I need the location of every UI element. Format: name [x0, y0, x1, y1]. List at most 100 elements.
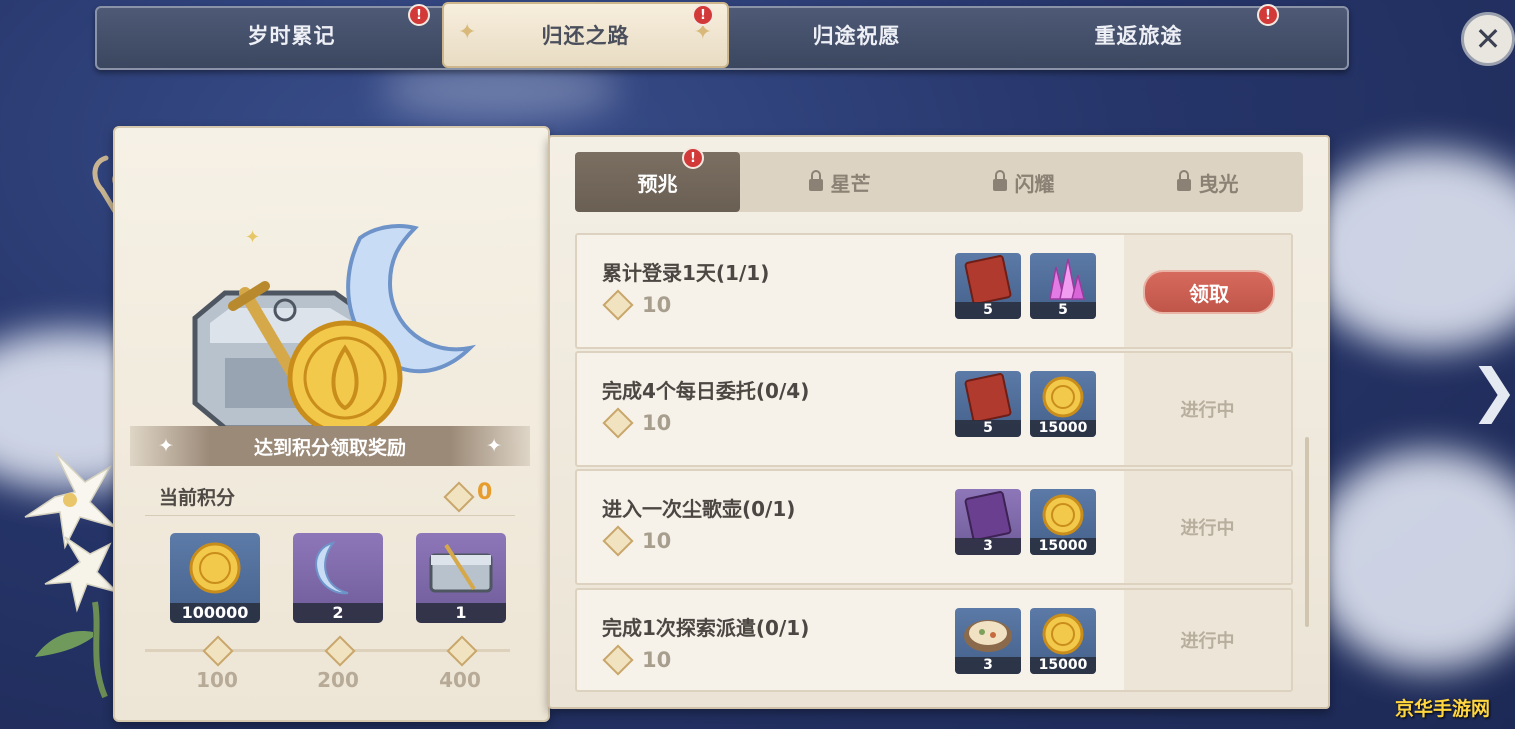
- task-points: 10: [602, 289, 672, 321]
- task-points: 10: [602, 407, 672, 439]
- reward-panel: ✦ ✦ 达到积分领取奖励 ✦ 当前积分 0 100000 2 1 100 200…: [113, 126, 550, 722]
- subtab-omen[interactable]: 预兆: [575, 152, 740, 212]
- crescent-moon-icon: [315, 541, 349, 595]
- mora-coin-icon: [1042, 494, 1084, 536]
- crystal-icon: [1049, 258, 1085, 300]
- background-cloud: [1300, 150, 1515, 350]
- red-book-icon: [964, 373, 1012, 423]
- milestone-points: 400: [439, 668, 481, 692]
- task-title: 累计登录1天(1/1): [602, 261, 770, 285]
- point-icon: [602, 644, 634, 676]
- mora-coin-icon: [189, 542, 241, 594]
- subtab-tracer[interactable]: 曳光: [1125, 152, 1290, 212]
- reward-quantity: 2: [293, 603, 383, 623]
- red-book-icon: [964, 255, 1012, 305]
- tab-return-wishes[interactable]: 归途祝愿: [715, 6, 998, 64]
- close-icon: ✕: [1474, 20, 1502, 58]
- task-points-value: 10: [642, 293, 672, 317]
- alert-badge: !: [408, 4, 430, 26]
- task-reward[interactable]: 5: [955, 371, 1021, 437]
- reward-quantity: 3: [955, 538, 1021, 555]
- tab-label: 岁时累记: [247, 24, 336, 48]
- task-row: 完成1次探索派遣(0/1) 10 3 15000 进行中: [575, 588, 1293, 692]
- watermark-text: 京华手游网: [1395, 698, 1491, 720]
- task-points-value: 10: [642, 648, 672, 672]
- current-score-value: 0: [477, 480, 493, 505]
- task-row: 累计登录1天(1/1) 10 5 5 领取: [575, 233, 1293, 349]
- tab-back-to-journey[interactable]: 重返旅途: [997, 6, 1280, 64]
- tab-label: 重返旅途: [1094, 24, 1183, 48]
- task-reward[interactable]: 3: [955, 608, 1021, 674]
- lock-icon: [1176, 170, 1191, 191]
- reward-quantity: 15000: [1030, 657, 1096, 674]
- banner-text: 达到积分领取奖励: [253, 436, 406, 459]
- task-points-value: 10: [642, 411, 672, 435]
- task-reward[interactable]: 15000: [1030, 489, 1096, 555]
- task-reward[interactable]: 15000: [1030, 371, 1096, 437]
- svg-text:✦: ✦: [245, 227, 260, 248]
- alert-badge: !: [1257, 4, 1279, 26]
- reward-quantity: 5: [955, 302, 1021, 319]
- milestone-marker-icon: [202, 635, 234, 667]
- reward-banner: ✦ 达到积分领取奖励 ✦: [130, 426, 530, 466]
- reward-quantity: 100000: [170, 603, 260, 623]
- tab-label: 归还之路: [541, 24, 630, 48]
- milestone-marker-icon: [446, 635, 478, 667]
- tab-yearly-record[interactable]: 岁时累记: [150, 6, 433, 64]
- alert-badge: !: [692, 4, 714, 26]
- mora-coin-icon: [1042, 613, 1084, 655]
- task-reward[interactable]: 3: [955, 489, 1021, 555]
- subtab-label: 星芒: [830, 171, 871, 196]
- reward-quantity: 1: [416, 603, 506, 623]
- sparkle-icon: ✦: [486, 435, 502, 457]
- reward-quantity: 15000: [1030, 420, 1096, 437]
- subtab-label: 预兆: [637, 171, 678, 196]
- next-page-arrow-icon[interactable]: ❯: [1470, 350, 1515, 430]
- scrollbar[interactable]: [1305, 437, 1309, 627]
- task-title: 进入一次尘歌壶(0/1): [602, 497, 796, 521]
- subtab-label: 曳光: [1198, 171, 1239, 196]
- tab-label: 归途祝愿: [812, 24, 901, 48]
- tab-road-of-return[interactable]: ✦ 归还之路 ✦: [442, 2, 729, 68]
- tier-reward-mora[interactable]: 100000: [170, 533, 260, 623]
- sparkle-icon: ✦: [458, 20, 478, 45]
- task-row: 完成4个每日委托(0/4) 10 5 15000 进行中: [575, 351, 1293, 467]
- milestone-marker-icon: [324, 635, 356, 667]
- divider: [145, 515, 515, 516]
- point-icon: [602, 525, 634, 557]
- sparkle-icon: ✦: [158, 435, 174, 457]
- in-progress-status: 进行中: [1180, 400, 1235, 421]
- task-reward[interactable]: 5: [1030, 253, 1096, 319]
- reward-quantity: 5: [955, 420, 1021, 437]
- background-cloud: [1310, 450, 1515, 670]
- reward-quantity: 3: [955, 657, 1021, 674]
- lock-icon: [992, 170, 1007, 191]
- subtab-label: 闪耀: [1014, 171, 1055, 196]
- subtab-shine[interactable]: 闪耀: [941, 152, 1106, 212]
- close-button[interactable]: ✕: [1461, 12, 1515, 66]
- subtab-starlight[interactable]: 星芒: [757, 152, 922, 212]
- reward-quantity: 5: [1030, 302, 1096, 319]
- point-icon: [602, 407, 634, 439]
- in-progress-status: 进行中: [1180, 518, 1235, 539]
- task-action-area: 领取: [1124, 235, 1291, 347]
- current-score-label: 当前积分: [159, 487, 236, 509]
- task-row: 进入一次尘歌壶(0/1) 10 3 15000 进行中: [575, 469, 1293, 585]
- lily-flower-icon: [24, 451, 120, 699]
- tier-reward-chest[interactable]: 1: [416, 533, 506, 623]
- point-icon: [602, 289, 634, 321]
- milestone-points: 200: [317, 668, 359, 692]
- task-points: 10: [602, 525, 671, 557]
- purple-book-icon: [964, 491, 1012, 541]
- task-reward[interactable]: 15000: [1030, 608, 1096, 674]
- task-title: 完成4个每日委托(0/4): [602, 379, 810, 403]
- in-progress-status: 进行中: [1180, 631, 1235, 652]
- tier-reward-crescent[interactable]: 2: [293, 533, 383, 623]
- claim-button[interactable]: 领取: [1143, 270, 1275, 314]
- milestone-points: 100: [196, 668, 238, 692]
- task-points: 10: [602, 644, 672, 676]
- task-action-area: 进行中: [1124, 590, 1291, 690]
- alert-badge: !: [682, 147, 704, 169]
- lock-icon: [808, 170, 823, 191]
- task-reward[interactable]: 5: [955, 253, 1021, 319]
